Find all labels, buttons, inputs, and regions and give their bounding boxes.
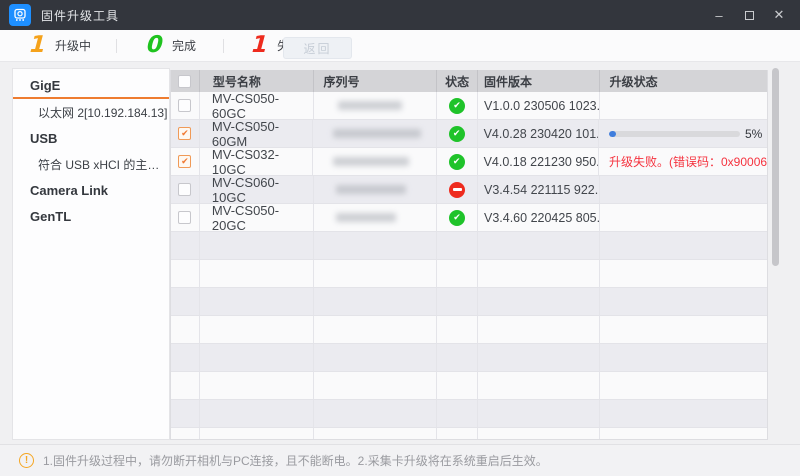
warning-icon: !	[19, 453, 34, 468]
upgrade-progress-bar: 5%	[609, 127, 767, 141]
sidebar-item-gige[interactable]: GigE	[13, 73, 169, 99]
firmware-version: V1.0.0 230506 1023...	[478, 92, 600, 119]
upgrading-label: 升级中	[55, 37, 91, 54]
table-row[interactable]: MV-CS050-60GM V4.0.28 230420 101... 5%	[171, 120, 767, 148]
progress-fill	[609, 131, 616, 137]
footer-notice: 1.固件升级过程中，请勿断开相机与PC连接，且不能断电。2.采集卡升级将在系统重…	[43, 452, 548, 469]
sidebar-item-usb[interactable]: USB	[13, 125, 169, 151]
header-upgrade: 升级状态	[600, 70, 767, 92]
table-row-empty	[171, 260, 767, 288]
model-name: MV-CS032-10GC	[200, 148, 313, 175]
device-table: 型号名称 序列号 状态 固件版本 升级状态 MV-CS050-60GC V1.0…	[170, 70, 768, 440]
table-body: MV-CS050-60GC V1.0.0 230506 1023... MV-C…	[171, 92, 767, 440]
firmware-version: V3.4.54 221115 922...	[478, 176, 600, 203]
header-firmware: 固件版本	[478, 70, 600, 92]
serial-redacted	[336, 213, 396, 222]
stats-bar: 1 升级中 0 完成 1 失败 返回	[0, 30, 800, 62]
firmware-version: V3.4.60 220425 805...	[478, 204, 600, 231]
table-header: 型号名称 序列号 状态 固件版本 升级状态	[171, 70, 767, 92]
interface-sidebar: GigE 以太网 2[10.192.184.13] USB 符合 USB xHC…	[12, 68, 170, 440]
model-name: MV-CS050-20GC	[200, 204, 314, 231]
row-checkbox[interactable]	[178, 211, 191, 224]
window-title: 固件升级工具	[41, 7, 119, 24]
stats-divider	[223, 39, 224, 53]
header-status: 状态	[437, 70, 478, 92]
maximize-icon	[745, 11, 754, 20]
row-checkbox[interactable]	[178, 99, 191, 112]
table-row-empty	[171, 232, 767, 260]
serial-redacted	[336, 185, 406, 194]
window-controls: – ✕	[704, 0, 794, 30]
firmware-version: V4.0.28 230420 101...	[478, 120, 599, 147]
status-ok-icon	[449, 126, 465, 142]
table-row-empty	[171, 372, 767, 400]
model-name: MV-CS050-60GC	[200, 92, 314, 119]
sidebar-item-ethernet2[interactable]: 以太网 2[10.192.184.13]	[13, 99, 169, 125]
row-checkbox[interactable]	[178, 127, 191, 140]
select-all-checkbox[interactable]	[178, 75, 191, 88]
serial-redacted	[333, 129, 421, 138]
table-row-empty	[171, 288, 767, 316]
sidebar-item-cameralink[interactable]: Camera Link	[13, 177, 169, 203]
firmware-version: V4.0.18 221230 950...	[478, 148, 599, 175]
progress-track	[609, 131, 740, 137]
status-ok-icon	[449, 210, 465, 226]
titlebar: 固件升级工具 – ✕	[0, 0, 800, 30]
failed-count: 1	[251, 34, 269, 57]
row-checkbox[interactable]	[178, 155, 191, 168]
model-name: MV-CS050-60GM	[200, 120, 313, 147]
back-button[interactable]: 返回	[283, 37, 352, 59]
completed-count: 0	[146, 34, 164, 57]
close-button[interactable]: ✕	[764, 0, 794, 30]
maximize-button[interactable]	[734, 0, 764, 30]
status-blocked-icon	[449, 182, 465, 198]
app-camera-icon	[9, 4, 31, 26]
stats-divider	[116, 39, 117, 53]
upgrade-fail-text: 升级失败。(错误码：0x90006...	[609, 153, 767, 170]
table-row-empty	[171, 316, 767, 344]
minimize-button[interactable]: –	[704, 0, 734, 30]
vertical-scrollbar[interactable]	[772, 68, 779, 266]
header-serial: 序列号	[314, 70, 438, 92]
sidebar-item-gentl[interactable]: GenTL	[13, 203, 169, 229]
footer-notice-bar: ! 1.固件升级过程中，请勿断开相机与PC连接，且不能断电。2.采集卡升级将在系…	[0, 444, 800, 476]
serial-redacted	[338, 101, 402, 110]
header-model: 型号名称	[200, 70, 314, 92]
table-row[interactable]: MV-CS050-20GC V3.4.60 220425 805...	[171, 204, 767, 232]
model-name: MV-CS060-10GC	[200, 176, 314, 203]
firmware-upgrade-tool-window: 固件升级工具 – ✕ 1 升级中 0 完成 1 失败 返回 GigE 以太网 2…	[0, 0, 800, 476]
table-row-empty	[171, 428, 767, 440]
progress-percent: 5%	[745, 127, 762, 141]
upgrading-count: 1	[29, 34, 47, 57]
status-ok-icon	[449, 154, 465, 170]
table-row-empty	[171, 344, 767, 372]
status-ok-icon	[449, 98, 465, 114]
row-checkbox[interactable]	[178, 183, 191, 196]
completed-label: 完成	[172, 37, 196, 54]
sidebar-item-usb-xhci[interactable]: 符合 USB xHCI 的主机控...	[13, 151, 169, 177]
table-row-empty	[171, 400, 767, 428]
table-row[interactable]: MV-CS060-10GC V3.4.54 221115 922...	[171, 176, 767, 204]
table-row[interactable]: MV-CS032-10GC V4.0.18 221230 950... 升级失败…	[171, 148, 767, 176]
table-row[interactable]: MV-CS050-60GC V1.0.0 230506 1023...	[171, 92, 767, 120]
serial-redacted	[333, 157, 409, 166]
